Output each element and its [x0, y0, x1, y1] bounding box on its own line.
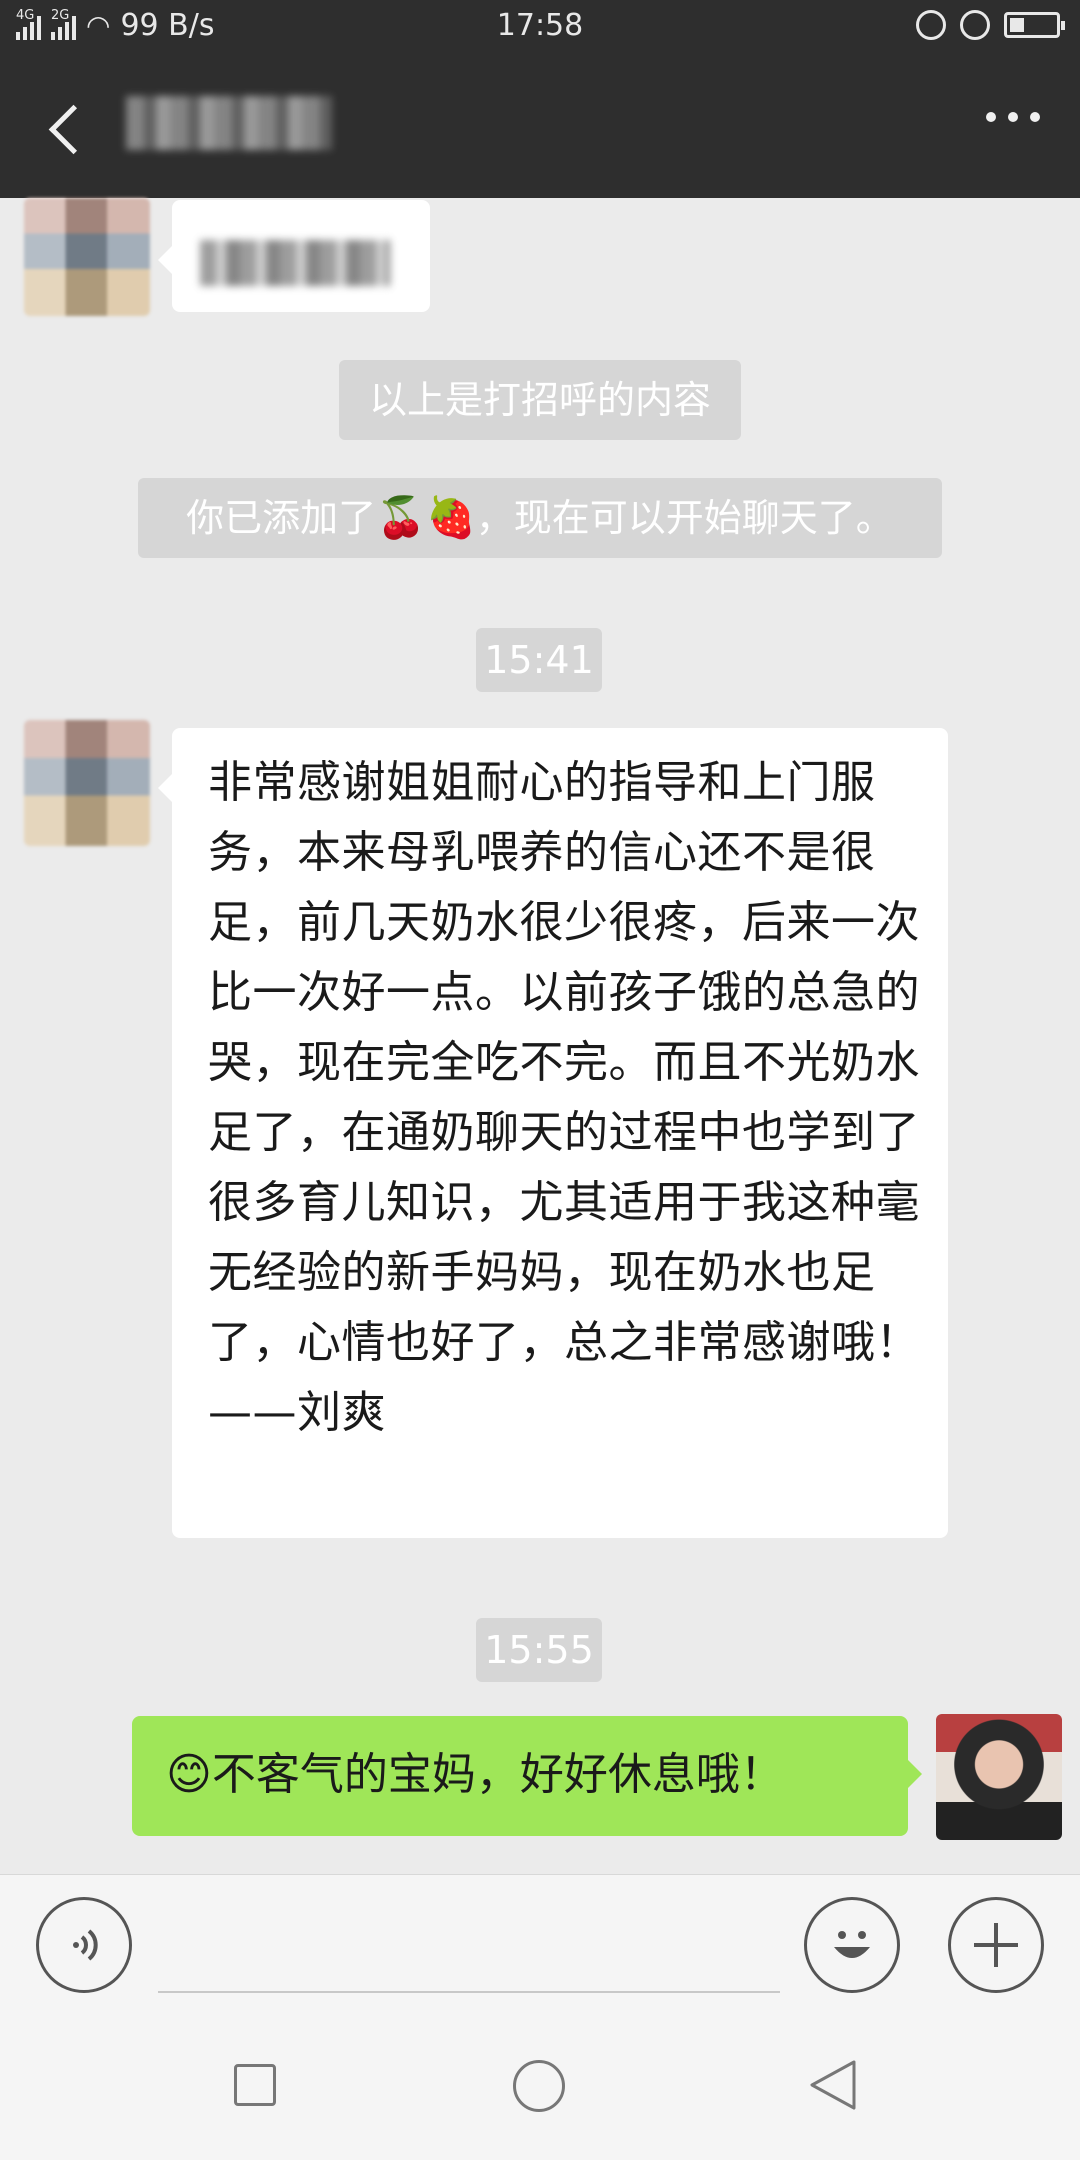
rotation-lock-icon — [916, 10, 946, 40]
message-input[interactable] — [158, 1991, 780, 1993]
timestamp-1541: 15:41 — [476, 628, 602, 692]
recent-apps-icon[interactable] — [234, 2064, 276, 2106]
back-triangle-icon[interactable] — [806, 2058, 858, 2112]
input-bar — [0, 1874, 1080, 2014]
long-message-text: 非常感谢姐姐耐心的指导和上门服务，本来母乳喂养的信心还不是很足，前几天奶水很少很… — [208, 757, 1080, 1438]
back-icon[interactable] — [40, 98, 100, 158]
reply-message-bubble[interactable]: 😊不客气的宝妈，好好休息哦！ — [132, 1716, 922, 1836]
plus-icon[interactable] — [948, 1897, 1044, 1993]
chat-header — [0, 56, 1080, 198]
chat-area[interactable]: 以上是打招呼的内容 你已添加了🍒🍓，现在可以开始聊天了。 15:41 非常感谢姐… — [0, 198, 1080, 1874]
voice-icon[interactable] — [36, 1897, 132, 1993]
contact-avatar[interactable] — [24, 720, 150, 846]
self-avatar[interactable] — [936, 1714, 1062, 1840]
contact-name-redacted — [126, 96, 332, 150]
system-added-prefix: 你已添加了 — [186, 496, 377, 540]
system-added-suffix: ，现在可以开始聊天了。 — [475, 496, 894, 540]
redacted-message-bubble[interactable] — [158, 200, 430, 312]
cherry-strawberry-emoji: 🍒🍓 — [376, 495, 476, 541]
home-icon[interactable] — [513, 2060, 565, 2112]
contact-avatar[interactable] — [24, 198, 150, 316]
system-greeting-notice: 以上是打招呼的内容 — [339, 360, 741, 440]
battery-icon — [1004, 12, 1065, 38]
system-nav-bar — [0, 2014, 1080, 2160]
more-dots-icon[interactable] — [986, 112, 1040, 122]
smile-emoji: 😊 — [166, 1749, 212, 1800]
status-bar: 4G 2G ◠ 99 B/s 17:58 — [0, 0, 1080, 56]
reply-message-text: 不客气的宝妈，好好休息哦！ — [211, 1749, 784, 1800]
system-added-notice: 你已添加了🍒🍓，现在可以开始聊天了。 — [138, 478, 942, 558]
emoji-icon[interactable] — [804, 1897, 900, 1993]
alarm-icon — [960, 10, 990, 40]
reply-message-content: 😊不客气的宝妈，好好休息哦！ — [166, 1740, 784, 1810]
timestamp-1555: 15:55 — [476, 1618, 602, 1682]
redacted-message-text — [200, 240, 390, 286]
long-message-bubble[interactable]: 非常感谢姐姐耐心的指导和上门服务，本来母乳喂养的信心还不是很足，前几天奶水很少很… — [158, 728, 1080, 1538]
